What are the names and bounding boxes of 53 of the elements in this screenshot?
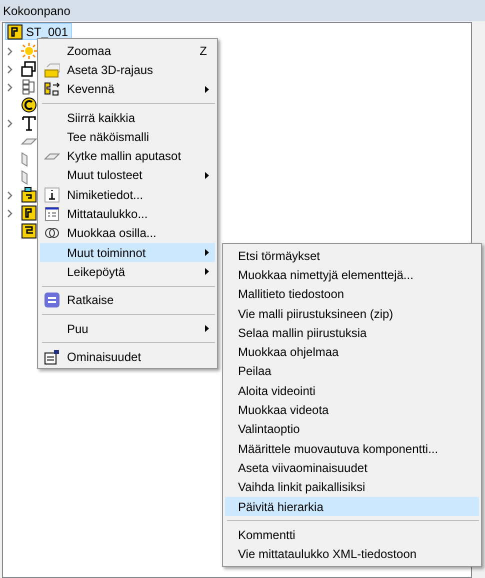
lighten-icon [44, 81, 60, 98]
menu-item[interactable]: Aseta viivaominaisuudet [225, 458, 479, 478]
menu-item[interactable]: Muokkaa ohjelmaa [225, 342, 479, 362]
assembly-icon [21, 205, 37, 221]
hierarchy-icon [21, 79, 37, 95]
menu-item[interactable]: Peilaa [225, 362, 479, 382]
assembly-tag-icon [21, 187, 37, 203]
tree-root-item[interactable]: ST_001 [5, 23, 72, 40]
menu-item[interactable]: Ominaisuudet [40, 347, 215, 366]
menu-item[interactable]: Ratkaise [40, 290, 215, 310]
panel-title: Kokoonpano [3, 2, 70, 20]
menu-item[interactable]: Kytke mallin aputasot [40, 146, 215, 166]
menu-item[interactable]: Muut toiminnot [40, 242, 215, 262]
table-icon [44, 206, 60, 222]
menu-item[interactable]: Aloita videointi [225, 381, 479, 400]
menu-item[interactable]: Muut tulosteet [40, 166, 215, 186]
equals-icon [44, 292, 60, 308]
menu-item[interactable]: Päivitä hierarkia [225, 496, 479, 516]
assembly-icon [7, 24, 23, 40]
plane-icon [44, 152, 60, 160]
menu-item[interactable]: Leikepöytä [40, 262, 215, 282]
properties-icon [44, 348, 60, 365]
menu-item[interactable]: Kommentti [225, 525, 479, 544]
menu-item[interactable]: Puu [40, 318, 215, 338]
copy-icon [21, 61, 37, 77]
box-icon [44, 62, 60, 78]
menu-item[interactable]: Määrittele muovautuva komponentti... [225, 438, 479, 458]
expand-icon[interactable] [7, 190, 13, 200]
text-icon [21, 115, 37, 131]
menu-item[interactable]: Muokkaa osilla... [40, 224, 215, 243]
menu-item[interactable]: Muokkaa nimettyjä elementtejä... [225, 265, 479, 285]
menu-item[interactable]: Etsi törmäykset [225, 246, 479, 266]
expand-icon[interactable] [7, 208, 13, 218]
menu-item[interactable]: Valintaoptio [225, 420, 479, 439]
menu-item[interactable]: Selaa mallin piirustuksia [225, 323, 479, 342]
expand-icon[interactable] [7, 64, 13, 74]
expand-icon[interactable] [7, 118, 13, 128]
info-icon [44, 186, 60, 203]
menu-item[interactable]: Kevennä [40, 80, 215, 99]
menu-item[interactable]: Muokkaa videota [225, 400, 479, 420]
menu-item[interactable]: Nimiketiedot... [40, 185, 215, 204]
menu-item[interactable]: Mittataulukko... [40, 204, 215, 224]
menu-item[interactable]: Zoomaa Z [40, 41, 215, 60]
expand-icon[interactable] [7, 46, 13, 56]
menu-item[interactable]: Tee näköismalli [40, 127, 215, 146]
menu-item[interactable]: Vie mittataulukko XML-tiedostoon [225, 544, 479, 564]
menu-item[interactable]: Vaihda linkit paikallisiksi [225, 478, 479, 497]
menu-item[interactable]: Vie malli piirustuksineen (zip) [225, 304, 479, 324]
menu-item[interactable]: Siirrä kaikkia [40, 108, 215, 128]
sun-icon [21, 43, 37, 59]
expand-icon[interactable] [7, 82, 13, 92]
menu-item[interactable]: Aseta 3D-rajaus [40, 60, 215, 80]
menu-item[interactable]: Mallitieto tiedostoon [225, 284, 479, 304]
